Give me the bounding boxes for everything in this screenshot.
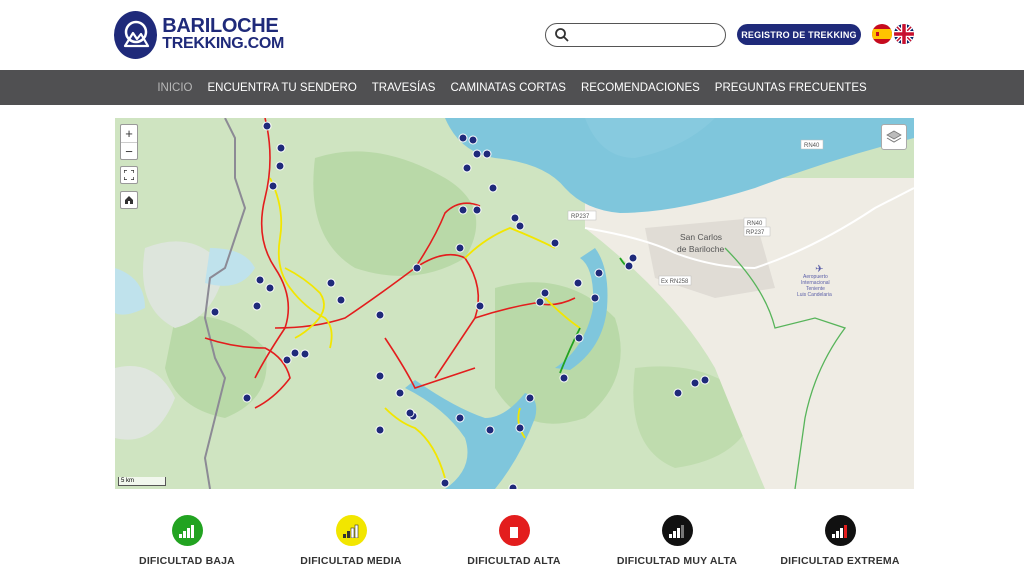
map-label-rn40: RN40: [804, 143, 820, 149]
difficulty-high-label: DIFICULTAD ALTA: [467, 555, 561, 567]
nav-item-travesias[interactable]: TRAVESÍAS: [372, 82, 436, 94]
map-label-rn40-b: RN40: [747, 221, 763, 227]
map-label-city-line2: de Bariloche: [677, 244, 725, 254]
nav-item-preguntas-frecuentes[interactable]: PREGUNTAS FRECUENTES: [715, 82, 867, 94]
mountain-logo-icon: [114, 11, 158, 59]
nav-item-inicio[interactable]: INICIO: [157, 82, 192, 94]
site-header: BARILOCHE TREKKING.COM REGISTRO DE TREKK…: [0, 0, 1024, 70]
fullscreen-icon: [124, 170, 134, 180]
trail-map[interactable]: San Carlos de Bariloche RN40 RP237 RN40 …: [115, 118, 914, 489]
brand-line2: TREKKING.COM: [162, 35, 284, 52]
map-label-airport-4: Luis Candelaria: [797, 292, 832, 298]
brand-name: BARILOCHE TREKKING.COM: [162, 15, 284, 52]
difficulty-medium-label: DIFICULTAD MEDIA: [300, 555, 402, 567]
difficulty-very-high-icon: [661, 515, 693, 546]
map-label-rp237-b: RP237: [746, 230, 765, 236]
difficulty-extreme[interactable]: DIFICULTAD EXTREMA: [770, 515, 910, 567]
layers-button[interactable]: [881, 124, 907, 150]
brand-line1: BARILOCHE: [162, 15, 279, 37]
fullscreen-button[interactable]: [120, 166, 138, 184]
difficulty-high-icon: [498, 515, 530, 546]
home-icon: [125, 196, 133, 204]
home-button[interactable]: [120, 191, 138, 209]
difficulty-low[interactable]: DIFICULTAD BAJA: [117, 515, 257, 567]
map-scale: 5 km: [118, 477, 166, 486]
nav-item-encuentra-tu-sendero[interactable]: ENCUENTRA TU SENDERO: [207, 82, 356, 94]
map-label-rp237: RP237: [571, 214, 590, 220]
map-label-exrn258: Ex RN258: [661, 279, 689, 285]
search-icon: [555, 28, 569, 42]
difficulty-medium[interactable]: DIFICULTAD MEDIA: [281, 515, 421, 567]
register-trekking-button[interactable]: REGISTRO DE TREKKING: [737, 24, 861, 45]
difficulty-extreme-label: DIFICULTAD EXTREMA: [780, 555, 900, 567]
difficulty-extreme-icon: [824, 515, 856, 546]
spanish-flag-icon[interactable]: [872, 24, 892, 44]
difficulty-very-high-label: DIFICULTAD MUY ALTA: [616, 555, 738, 567]
zoom-in-button[interactable]: +: [121, 125, 137, 142]
nav-item-recomendaciones[interactable]: RECOMENDACIONES: [581, 82, 700, 94]
difficulty-high[interactable]: DIFICULTAD ALTA: [444, 515, 584, 567]
english-flag-icon[interactable]: [894, 24, 914, 44]
layers-icon: [886, 130, 902, 143]
search-box[interactable]: [545, 23, 726, 47]
zoom-out-button[interactable]: −: [121, 142, 137, 159]
difficulty-low-label: DIFICULTAD BAJA: [139, 555, 235, 567]
zoom-control: + −: [120, 124, 138, 160]
difficulty-very-high[interactable]: DIFICULTAD MUY ALTA: [607, 515, 747, 567]
nav-item-caminatas-cortas[interactable]: CAMINATAS CORTAS: [450, 82, 565, 94]
map-label-city-line1: San Carlos: [680, 232, 722, 242]
search-input[interactable]: [574, 26, 719, 44]
site-logo[interactable]: BARILOCHE TREKKING.COM: [114, 10, 284, 60]
difficulty-medium-icon: [335, 515, 367, 546]
difficulty-low-icon: [171, 515, 203, 546]
main-nav: INICIO ENCUENTRA TU SENDERO TRAVESÍAS CA…: [0, 70, 1024, 105]
